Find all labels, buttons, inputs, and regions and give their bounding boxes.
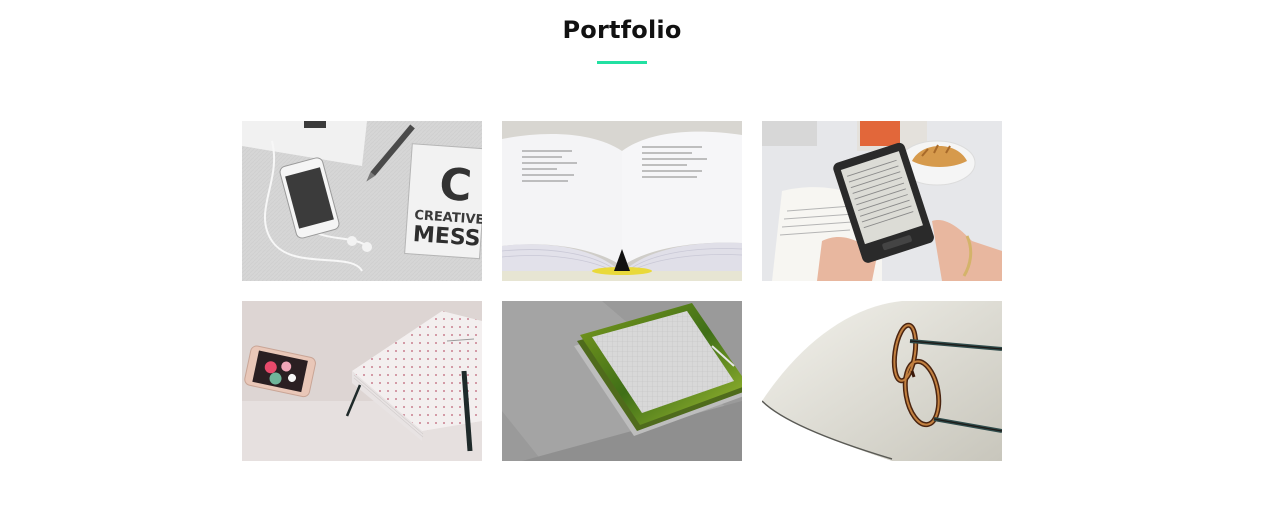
- tablet-mockup-image: [502, 301, 742, 461]
- section-title: Portfolio: [562, 16, 682, 44]
- portfolio-item-open-book[interactable]: [502, 121, 742, 281]
- portfolio-item-glasses-laptop[interactable]: [762, 301, 1002, 461]
- creative-mess-letter: C: [438, 159, 474, 212]
- e-reader-image: [762, 121, 1002, 281]
- portfolio-item-phone-notebook[interactable]: [242, 301, 482, 461]
- open-book-image: [502, 121, 742, 281]
- creative-mess-image: C CREATIVE MESS: [242, 121, 482, 281]
- svg-text:MESS: MESS: [412, 222, 481, 252]
- portfolio-grid: C CREATIVE MESS: [242, 121, 1002, 461]
- portfolio-item-tablet-mockup[interactable]: [502, 301, 742, 461]
- phone-notebook-image: [242, 301, 482, 461]
- glasses-laptop-image: [762, 301, 1002, 461]
- portfolio-item-creative-mess[interactable]: C CREATIVE MESS: [242, 121, 482, 281]
- portfolio-item-e-reader[interactable]: [762, 121, 1002, 281]
- title-underline: [597, 61, 647, 64]
